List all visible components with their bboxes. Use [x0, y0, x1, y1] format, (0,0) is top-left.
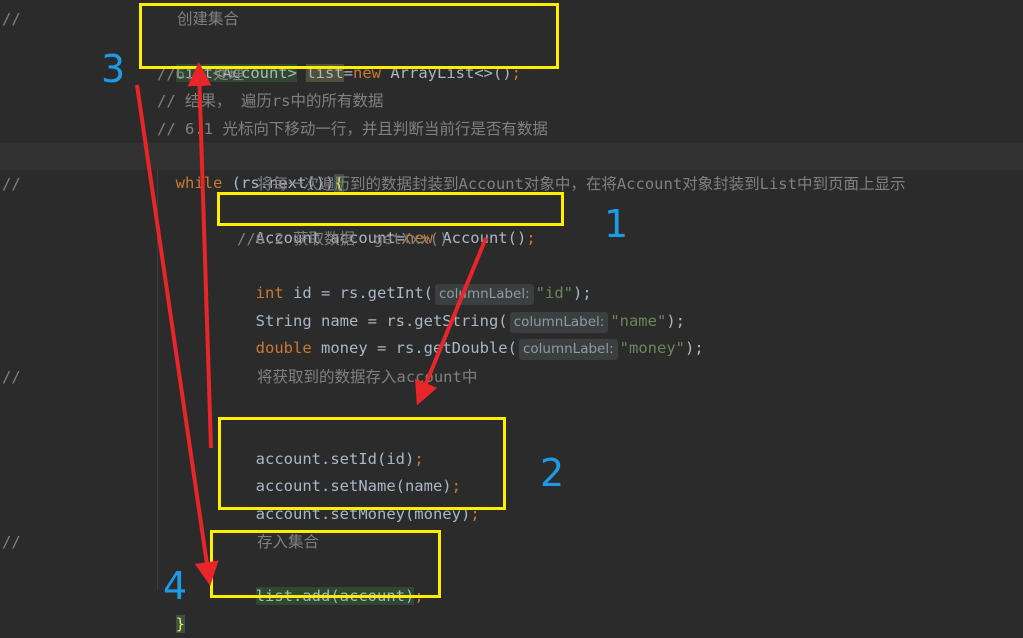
- annotation-arrows: [135, 62, 488, 586]
- arrow-2-to-3: [187, 62, 213, 449]
- arrow-1-to-2: [415, 237, 488, 406]
- step-number-4: 4: [163, 564, 188, 608]
- step-number-3: 3: [101, 47, 126, 91]
- step-number-1: 1: [604, 202, 629, 246]
- arrow-3-to-4: [135, 84, 219, 586]
- step-number-2: 2: [540, 451, 565, 495]
